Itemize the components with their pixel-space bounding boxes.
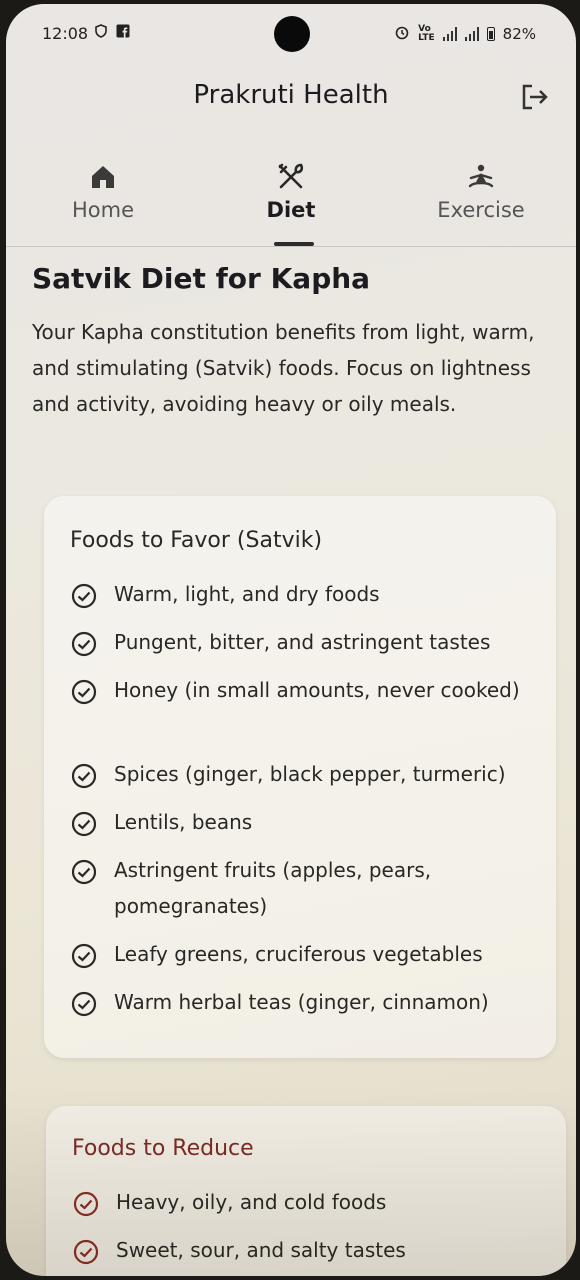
facebook-icon: [116, 24, 130, 45]
tab-home[interactable]: Home: [8, 152, 198, 246]
list-item-text: Astringent fruits (apples, pears, pomegr…: [114, 858, 432, 918]
favor-card: Foods to Favor (Satvik) Warm, light, and…: [44, 496, 556, 1058]
signal-icon: [464, 27, 479, 41]
battery-icon: [486, 27, 495, 41]
list-item: Spices (ginger, black pepper, turmeric): [70, 760, 540, 792]
volte-icon: Vo LTE: [418, 24, 435, 43]
front-camera: [274, 16, 310, 52]
list-item-text: Honey (in small amounts, never cooked): [114, 678, 520, 702]
card-title: Foods to Reduce: [72, 1136, 254, 1161]
list-item: Honey (in small amounts, never cooked): [70, 676, 540, 708]
phone-screen: 12:08 Vo LTE 82% Prakruti Health Home Di…: [6, 4, 576, 1276]
list-item: Sweet, sour, and salty tastes: [72, 1236, 542, 1268]
app-title: Prakruti Health: [193, 80, 389, 110]
card-title: Foods to Favor (Satvik): [70, 528, 323, 553]
check-circle-icon: [71, 811, 97, 837]
tab-diet[interactable]: Diet: [196, 152, 386, 246]
status-bar: 12:08 Vo LTE 82%: [6, 4, 576, 64]
check-circle-icon: [71, 631, 97, 657]
tab-label: Diet: [266, 198, 316, 222]
tab-label: Home: [71, 198, 134, 222]
list-item-text: Sweet, sour, and salty tastes: [116, 1238, 406, 1262]
check-circle-icon: [71, 679, 97, 705]
meditation-icon: [468, 164, 494, 188]
list-item-text: Spices (ginger, black pepper, turmeric): [114, 762, 506, 786]
battery-level: 82%: [502, 25, 536, 43]
list-item: Warm, light, and dry foods: [70, 580, 540, 612]
list-item-text: Lentils, beans: [114, 810, 253, 834]
list-item: Leafy greens, cruciferous vegetables: [70, 940, 540, 972]
check-circle-icon: [73, 1191, 99, 1217]
list-item: Warm herbal teas (ginger, cinnamon): [70, 988, 540, 1020]
list-item-text: Warm herbal teas (ginger, cinnamon): [114, 990, 489, 1014]
tab-label: Exercise: [437, 198, 525, 222]
intro-text: Your Kapha constitution benefits from li…: [32, 320, 535, 416]
list-item: Lentils, beans: [70, 808, 540, 840]
shield-icon: [94, 24, 108, 45]
logout-button[interactable]: [520, 82, 550, 112]
list-item-text: Warm, light, and dry foods: [114, 582, 380, 606]
check-circle-icon: [71, 859, 97, 885]
tab-divider: [6, 246, 576, 247]
list-item-text: Pungent, bitter, and astringent tastes: [114, 630, 491, 654]
list-item: Pungent, bitter, and astringent tastes: [70, 628, 540, 660]
list-item-text: Heavy, oily, and cold foods: [116, 1190, 387, 1214]
check-circle-icon: [71, 943, 97, 969]
tab-bar: Home Diet Exercise: [6, 152, 576, 246]
check-circle-icon: [73, 1239, 99, 1265]
list-item: Heavy, oily, and cold foods: [72, 1188, 542, 1220]
check-circle-icon: [71, 763, 97, 789]
check-circle-icon: [71, 991, 97, 1017]
list-item-text: Leafy greens, cruciferous vegetables: [114, 942, 483, 966]
alarm-icon: [394, 24, 410, 44]
list-item: Astringent fruits (apples, pears, pomegr…: [70, 856, 540, 924]
signal-icon: [442, 27, 457, 41]
logout-icon: [522, 84, 548, 110]
page-title: Satvik Diet for Kapha: [32, 262, 371, 295]
utensils-icon: [278, 163, 304, 189]
home-icon: [92, 166, 114, 188]
status-time: 12:08: [42, 24, 89, 43]
tab-exercise[interactable]: Exercise: [386, 152, 576, 246]
check-circle-icon: [71, 583, 97, 609]
reduce-card: Foods to Reduce Heavy, oily, and cold fo…: [46, 1106, 566, 1276]
